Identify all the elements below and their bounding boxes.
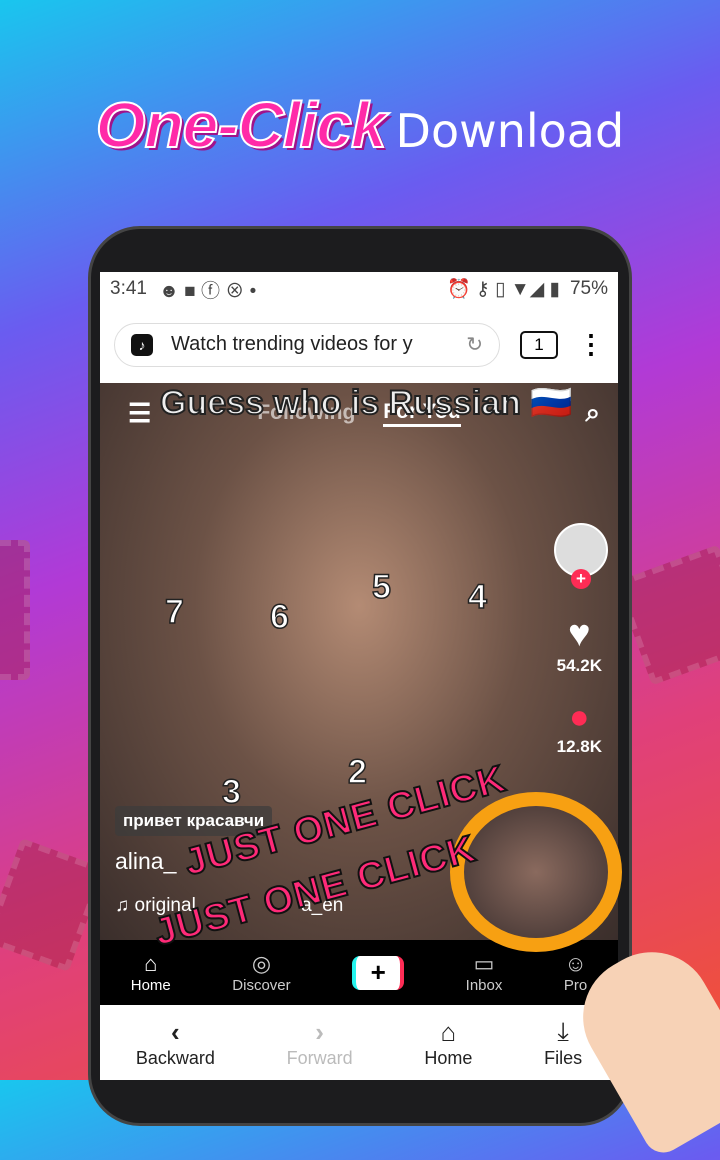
phone-screen: 3:41 ☻ ■ ⓕ ⊗ • ⏰ ⚷ ▯ ▼◢ ▮ 75% ♪ Watch tre…	[100, 272, 618, 1080]
forward-button[interactable]: › Forward	[287, 1017, 353, 1069]
nav-discover[interactable]: ◎ Discover	[232, 951, 290, 994]
create-button[interactable]: +	[352, 955, 405, 990]
number-label: 5	[371, 567, 391, 607]
promo-headline: One-Click Download	[0, 88, 720, 162]
tiktok-favicon-icon: ♪	[131, 333, 153, 356]
creator-avatar[interactable]: +	[554, 523, 608, 589]
nav-profile[interactable]: ☺ Pro	[564, 951, 587, 994]
browser-toolbar: ♪ Watch trending videos for y ↻ 1 ⋮	[100, 306, 618, 383]
number-label: 2	[347, 752, 367, 792]
address-bar[interactable]: ♪ Watch trending videos for y ↻	[114, 322, 500, 367]
download-thumbnail-ring	[450, 792, 622, 952]
url-text: Watch trending videos for y	[171, 333, 413, 355]
headline-accent: One-Click	[95, 88, 388, 162]
username[interactable]: alina_	[115, 848, 176, 875]
home-button[interactable]: ⌂ Home	[424, 1017, 472, 1069]
search-icon[interactable]: ⌕	[585, 397, 600, 429]
status-time: 3:41	[110, 278, 147, 299]
number-label: 7	[164, 592, 184, 632]
nav-inbox[interactable]: ▭ Inbox	[466, 951, 503, 994]
status-bar: 3:41 ☻ ■ ⓕ ⊗ • ⏰ ⚷ ▯ ▼◢ ▮ 75%	[100, 272, 618, 306]
reload-icon[interactable]: ↻	[466, 332, 483, 357]
nav-home[interactable]: ⌂ Home	[131, 951, 171, 994]
system-icons: ⏰ ⚷ ▯ ▼◢ ▮	[446, 279, 560, 300]
files-button[interactable]: ⤓ Files	[544, 1016, 582, 1069]
comment-count: 12.8K	[556, 737, 602, 756]
like-count: 54.2K	[556, 656, 602, 675]
heart-icon: ♥	[568, 613, 591, 655]
battery-level: 75%	[569, 278, 608, 299]
film-strip-decor	[0, 540, 30, 680]
menu-icon[interactable]: ⋮	[578, 329, 604, 360]
comment-button[interactable]: ● 12.8K	[557, 698, 602, 757]
video-caption: Guess who is Russian 🇷🇺	[159, 383, 574, 423]
comment-icon: ●	[569, 698, 590, 736]
tab-count-button[interactable]: 1	[520, 330, 558, 359]
number-label: 6	[269, 597, 289, 637]
like-button[interactable]: ♥ 54.2K	[557, 613, 602, 676]
hamburger-icon[interactable]: ☰	[128, 398, 151, 429]
number-label: 4	[467, 577, 487, 617]
headline-rest: Download	[395, 104, 625, 158]
browser-bottom-nav: ‹ Backward › Forward ⌂ Home ⤓ Files	[100, 1005, 618, 1080]
notification-icons: ☻ ■ ⓕ ⊗ •	[158, 280, 257, 302]
backward-button[interactable]: ‹ Backward	[136, 1017, 215, 1069]
